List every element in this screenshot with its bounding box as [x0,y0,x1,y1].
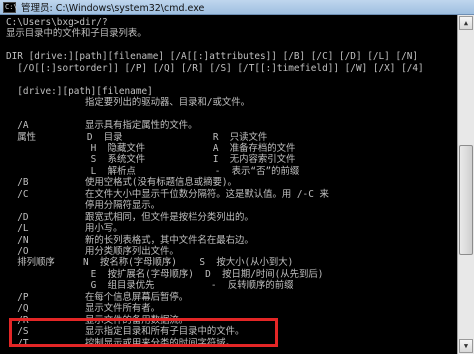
console-line: /N 新的长列表格式，其中文件名在最右边。 [6,234,254,246]
console-output[interactable]: C:\Users\bxg>dir/? 显示目录中的文件和子目录列表。 DIR [dr… [2,15,456,354]
console-line: /P 在每个信息屏幕后暂停。 [6,291,189,303]
console-line: /Q 显示文件所有者。 [6,303,161,315]
console-line: 属性 D 目录 R 只读文件 [6,131,268,143]
cmd-window: C:\ 管理员: C:\Windows\system32\cmd.exe C:\… [0,0,474,354]
cmd-app-icon: C:\ [3,1,18,13]
console-line: 排列顺序 N 按名称(字母顺序) S 按大小(从小到大) [6,257,294,269]
console-line: /L 用小写。 [6,223,123,235]
console-line: DIR [drive:][path][filename] [/A[[:]attr… [6,51,419,63]
console-line: [drive:][path][filename] [6,85,153,97]
console-line: /B 使用空格式(没有标题信息或摘要)。 [6,177,237,189]
title-bar[interactable]: C:\ 管理员: C:\Windows\system32\cmd.exe [0,0,474,15]
annotation-highlight-box [9,318,278,347]
scroll-down-arrow-icon[interactable]: ▼ [459,339,473,353]
console-line: 显示目录中的文件和子目录列表。 [6,28,147,40]
scroll-thumb[interactable] [459,145,473,255]
console-line: [/O[[:]sortorder]] [/P] [/Q] [/R] [/S] [… [6,62,424,74]
console-line: 停用分隔符显示。 [6,200,161,212]
scroll-up-arrow-icon[interactable]: ▲ [459,16,473,30]
console-line: /A 显示具有指定属性的文件。 [6,120,198,132]
console-line: G 组目录优先 - 反转顺序的前缀 [6,280,294,292]
vertical-scrollbar[interactable]: ▲ ▼ [457,15,474,354]
console-line: /D 跟宽式相同，但文件是按栏分类列出的。 [6,211,254,223]
window-title: 管理员: C:\Windows\system32\cmd.exe [21,3,205,14]
console-line: /C 在文件大小中显示千位数分隔符。这是默认值。用 /-C 来 [6,188,329,200]
console-line: 指定要列出的驱动器、目录和/或文件。 [6,97,251,109]
console-line: S 系统文件 I 无内容索引文件 [6,154,296,166]
